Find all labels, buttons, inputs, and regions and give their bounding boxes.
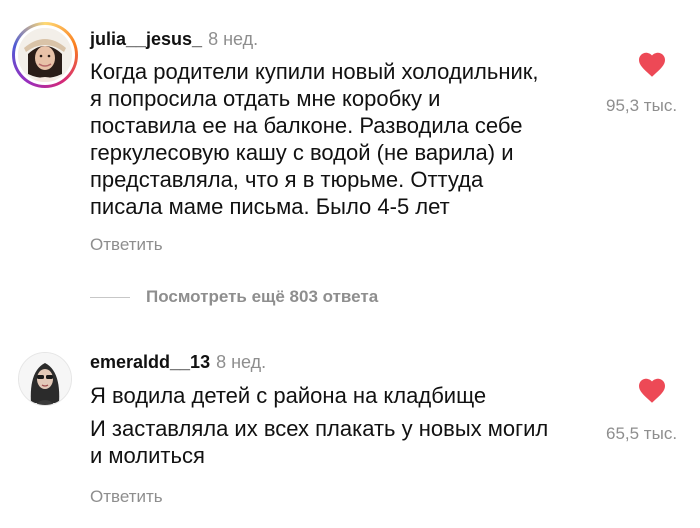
comment-header: emeraldd__13 8 нед. (90, 352, 266, 373)
comment-text-line: Я водила детей с района на кладбище (90, 383, 487, 408)
comment-header: julia__jesus_ 8 нед. (90, 29, 258, 50)
like-count: 65,5 тыс. (606, 424, 678, 443)
user-avatar-julia[interactable] (12, 22, 78, 88)
comment-text-line: И заставляла их всех плакать у новых мог… (90, 416, 549, 441)
view-more-replies-label: Посмотреть ещё 803 ответа (146, 287, 379, 306)
divider-line (90, 296, 130, 298)
comment-text: Когда родители купили новый холодильник,… (90, 58, 539, 220)
username[interactable]: julia__jesus_ (90, 29, 202, 49)
view-more-replies-button[interactable]: Посмотреть ещё 803 ответа (90, 287, 378, 307)
comment-text-line: Когда родители купили новый холодильник, (90, 59, 539, 84)
reply-button[interactable]: Ответить (90, 235, 163, 255)
heart-filled-icon[interactable] (637, 50, 667, 78)
comment-text-line: поставила ее на балконе. Разводила себе (90, 113, 523, 138)
comment-text-line: и молиться (90, 443, 205, 468)
reply-button[interactable]: Ответить (90, 487, 163, 507)
avatar-illustration-icon (19, 353, 71, 405)
avatar-image (15, 25, 75, 85)
heart-filled-icon[interactable] (637, 376, 667, 404)
comment-text-line: представляла, что я в тюрьме. Оттуда (90, 167, 484, 192)
comment-text-line: геркулесовую кашу с водой (не варила) и (90, 140, 514, 165)
timestamp: 8 нед. (208, 29, 259, 49)
timestamp: 8 нед. (216, 352, 267, 372)
like-count: 95,3 тыс. (606, 96, 678, 115)
username[interactable]: emeraldd__13 (90, 352, 210, 372)
comment-text-line: я попросила отдать мне коробку и (90, 86, 441, 111)
comment-text: Я водила детей с района на кладбище И за… (90, 382, 548, 469)
user-avatar-emeraldd[interactable] (18, 352, 72, 406)
avatar-illustration-icon (18, 28, 72, 82)
comment-text-line: писала маме письма. Было 4-5 лет (90, 194, 450, 219)
